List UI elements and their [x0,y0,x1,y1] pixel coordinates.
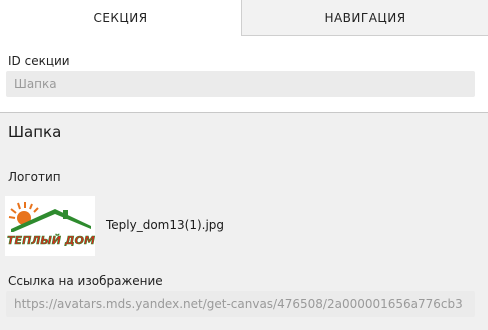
svg-text:ТЕПЛЫЙ ДОМ: ТЕПЛЫЙ ДОМ [7,234,95,247]
tab-section[interactable]: СЕКЦИЯ [0,0,241,36]
tab-navigation[interactable]: НАВИГАЦИЯ [241,0,488,36]
image-link-input[interactable]: https://avatars.mds.yandex.net/get-canva… [6,291,475,317]
logo-label: Логотип [8,170,61,184]
section-id-input[interactable]: Шапка [6,71,475,97]
logo-file-name: Teply_dom13(1).jpg [106,218,225,232]
section-id-label: ID секции [8,54,70,68]
logo-image: ТЕПЛЫЙ ДОМ [7,202,95,247]
section-id-panel: ID секции Шапка [0,36,488,113]
image-link-label: Ссылка на изображение [8,274,163,288]
tab-bar: СЕКЦИЯ НАВИГАЦИЯ [0,0,488,36]
logo-thumbnail[interactable]: ТЕПЛЫЙ ДОМ [5,196,95,256]
section-title: Шапка [8,123,62,141]
